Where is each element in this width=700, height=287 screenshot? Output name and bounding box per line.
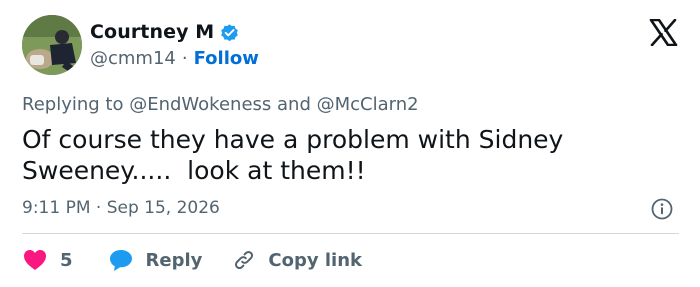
avatar-image: [22, 15, 82, 75]
divider: [22, 233, 679, 234]
mention-link[interactable]: @McClarn2: [317, 94, 419, 115]
heart-icon: [24, 250, 46, 270]
tweet-text: Of course they have a problem with Sidne…: [22, 125, 572, 185]
author-display-name[interactable]: Courtney M: [90, 21, 214, 43]
x-logo-icon[interactable]: [649, 19, 678, 46]
reply-context: Replying to @EndWokeness and @McClarn2: [22, 94, 419, 115]
separator-dot: ·: [181, 48, 188, 69]
author-name-row: Courtney M: [90, 21, 240, 43]
follow-button[interactable]: Follow: [194, 48, 259, 69]
author-handle-row: @cmm14 · Follow: [90, 48, 259, 69]
verified-badge-icon: [219, 22, 240, 43]
like-button[interactable]: 5: [22, 248, 73, 272]
like-count: 5: [60, 249, 73, 271]
info-icon[interactable]: [651, 198, 673, 220]
copy-link-label: Copy link: [268, 249, 362, 271]
tweet-timestamp[interactable]: 9:11 PM · Sep 15, 2026: [22, 198, 220, 218]
copy-link-button[interactable]: Copy link: [232, 248, 362, 272]
author-handle[interactable]: @cmm14: [90, 48, 176, 69]
reply-context-prefix: Replying to: [22, 94, 124, 115]
avatar[interactable]: [22, 15, 82, 75]
reply-context-conjunction: and: [277, 94, 311, 115]
reply-button[interactable]: Reply: [108, 248, 203, 272]
tweet-actions: 5 Reply Copy link: [22, 247, 362, 273]
speech-bubble-icon: [109, 250, 132, 271]
mention-link[interactable]: @EndWokeness: [129, 94, 271, 115]
reply-label: Reply: [145, 249, 203, 271]
link-icon: [235, 250, 254, 270]
